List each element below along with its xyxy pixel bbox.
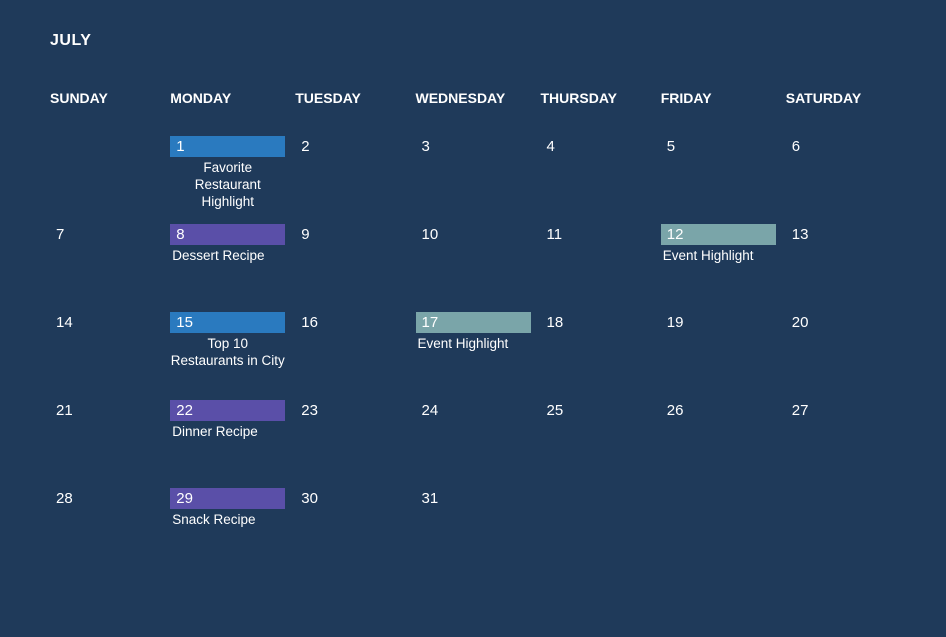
day-number: 31 xyxy=(416,488,445,509)
event-label[interactable]: Dessert Recipe xyxy=(170,248,285,265)
calendar-cell xyxy=(541,486,651,574)
event-label[interactable]: Top 10 Restaurants in City xyxy=(170,336,285,370)
dow-header: THURSDAY xyxy=(541,90,651,106)
calendar-cell xyxy=(661,486,776,574)
event-label[interactable]: Event Highlight xyxy=(416,336,531,353)
calendar-cell[interactable]: 24 xyxy=(416,398,531,486)
day-number: 2 xyxy=(295,136,317,157)
calendar-cell[interactable]: 11 xyxy=(541,222,651,310)
calendar-cell[interactable]: 16 xyxy=(295,310,405,398)
event-label[interactable]: Event Highlight xyxy=(661,248,776,265)
calendar-cell[interactable]: 20 xyxy=(786,310,896,398)
calendar-cell[interactable]: 12 Event Highlight xyxy=(661,222,776,310)
day-number: 16 xyxy=(295,312,324,333)
day-number: 1 xyxy=(170,136,285,157)
day-number: 15 xyxy=(170,312,285,333)
calendar-cell[interactable]: 6 xyxy=(786,134,896,222)
day-number: 28 xyxy=(50,488,79,509)
calendar-cell[interactable]: 5 xyxy=(661,134,776,222)
day-number: 29 xyxy=(170,488,285,509)
calendar-cell[interactable]: 28 xyxy=(50,486,160,574)
event-label[interactable]: Snack Recipe xyxy=(170,512,285,529)
day-number: 24 xyxy=(416,400,445,421)
day-number: 7 xyxy=(50,224,72,245)
calendar-cell[interactable]: 18 xyxy=(541,310,651,398)
day-number: 30 xyxy=(295,488,324,509)
day-number: 19 xyxy=(661,312,690,333)
day-number: 4 xyxy=(541,136,563,157)
day-number: 26 xyxy=(661,400,690,421)
dow-header: SUNDAY xyxy=(50,90,160,106)
calendar-cell[interactable]: 4 xyxy=(541,134,651,222)
calendar-cell[interactable]: 13 xyxy=(786,222,896,310)
day-number: 18 xyxy=(541,312,570,333)
calendar-cell[interactable]: 10 xyxy=(416,222,531,310)
day-number: 27 xyxy=(786,400,815,421)
calendar-cell[interactable]: 25 xyxy=(541,398,651,486)
calendar-cell[interactable]: 1 Favorite Restaurant Highlight xyxy=(170,134,285,222)
calendar-cell[interactable]: 29 Snack Recipe xyxy=(170,486,285,574)
calendar-cell[interactable]: 21 xyxy=(50,398,160,486)
day-number: 3 xyxy=(416,136,438,157)
day-number: 12 xyxy=(661,224,776,245)
calendar-cell[interactable]: 14 xyxy=(50,310,160,398)
day-number: 21 xyxy=(50,400,79,421)
day-number: 10 xyxy=(416,224,445,245)
day-number: 17 xyxy=(416,312,531,333)
calendar-cell[interactable]: 19 xyxy=(661,310,776,398)
calendar-cell xyxy=(50,134,160,222)
dow-header: SATURDAY xyxy=(786,90,896,106)
calendar-cell[interactable]: 26 xyxy=(661,398,776,486)
calendar-cell[interactable]: 22 Dinner Recipe xyxy=(170,398,285,486)
calendar-cell[interactable]: 23 xyxy=(295,398,405,486)
day-number: 11 xyxy=(541,224,569,245)
calendar-cell[interactable]: 8 Dessert Recipe xyxy=(170,222,285,310)
event-label[interactable]: Favorite Restaurant Highlight xyxy=(170,160,285,211)
day-number: 9 xyxy=(295,224,317,245)
day-number: 8 xyxy=(170,224,285,245)
calendar-cell[interactable]: 30 xyxy=(295,486,405,574)
dow-header: FRIDAY xyxy=(661,90,776,106)
calendar-cell[interactable]: 17 Event Highlight xyxy=(416,310,531,398)
day-number: 20 xyxy=(786,312,815,333)
month-title: JULY xyxy=(50,32,896,50)
calendar-cell[interactable]: 9 xyxy=(295,222,405,310)
dow-header: MONDAY xyxy=(170,90,285,106)
dow-header: WEDNESDAY xyxy=(416,90,531,106)
calendar-grid: SUNDAY MONDAY TUESDAY WEDNESDAY THURSDAY FRID… xyxy=(50,90,896,574)
calendar-cell[interactable]: 31 xyxy=(416,486,531,574)
day-number: 25 xyxy=(541,400,570,421)
day-number: 5 xyxy=(661,136,683,157)
calendar-cell[interactable]: 2 xyxy=(295,134,405,222)
day-number: 13 xyxy=(786,224,815,245)
calendar-cell[interactable]: 3 xyxy=(416,134,531,222)
calendar-cell[interactable]: 27 xyxy=(786,398,896,486)
dow-header: TUESDAY xyxy=(295,90,405,106)
day-number: 23 xyxy=(295,400,324,421)
calendar-cell[interactable]: 15 Top 10 Restaurants in City xyxy=(170,310,285,398)
calendar-cell xyxy=(786,486,896,574)
day-number: 22 xyxy=(170,400,285,421)
day-number: 6 xyxy=(786,136,808,157)
event-label[interactable]: Dinner Recipe xyxy=(170,424,285,441)
calendar-cell[interactable]: 7 xyxy=(50,222,160,310)
day-number: 14 xyxy=(50,312,79,333)
